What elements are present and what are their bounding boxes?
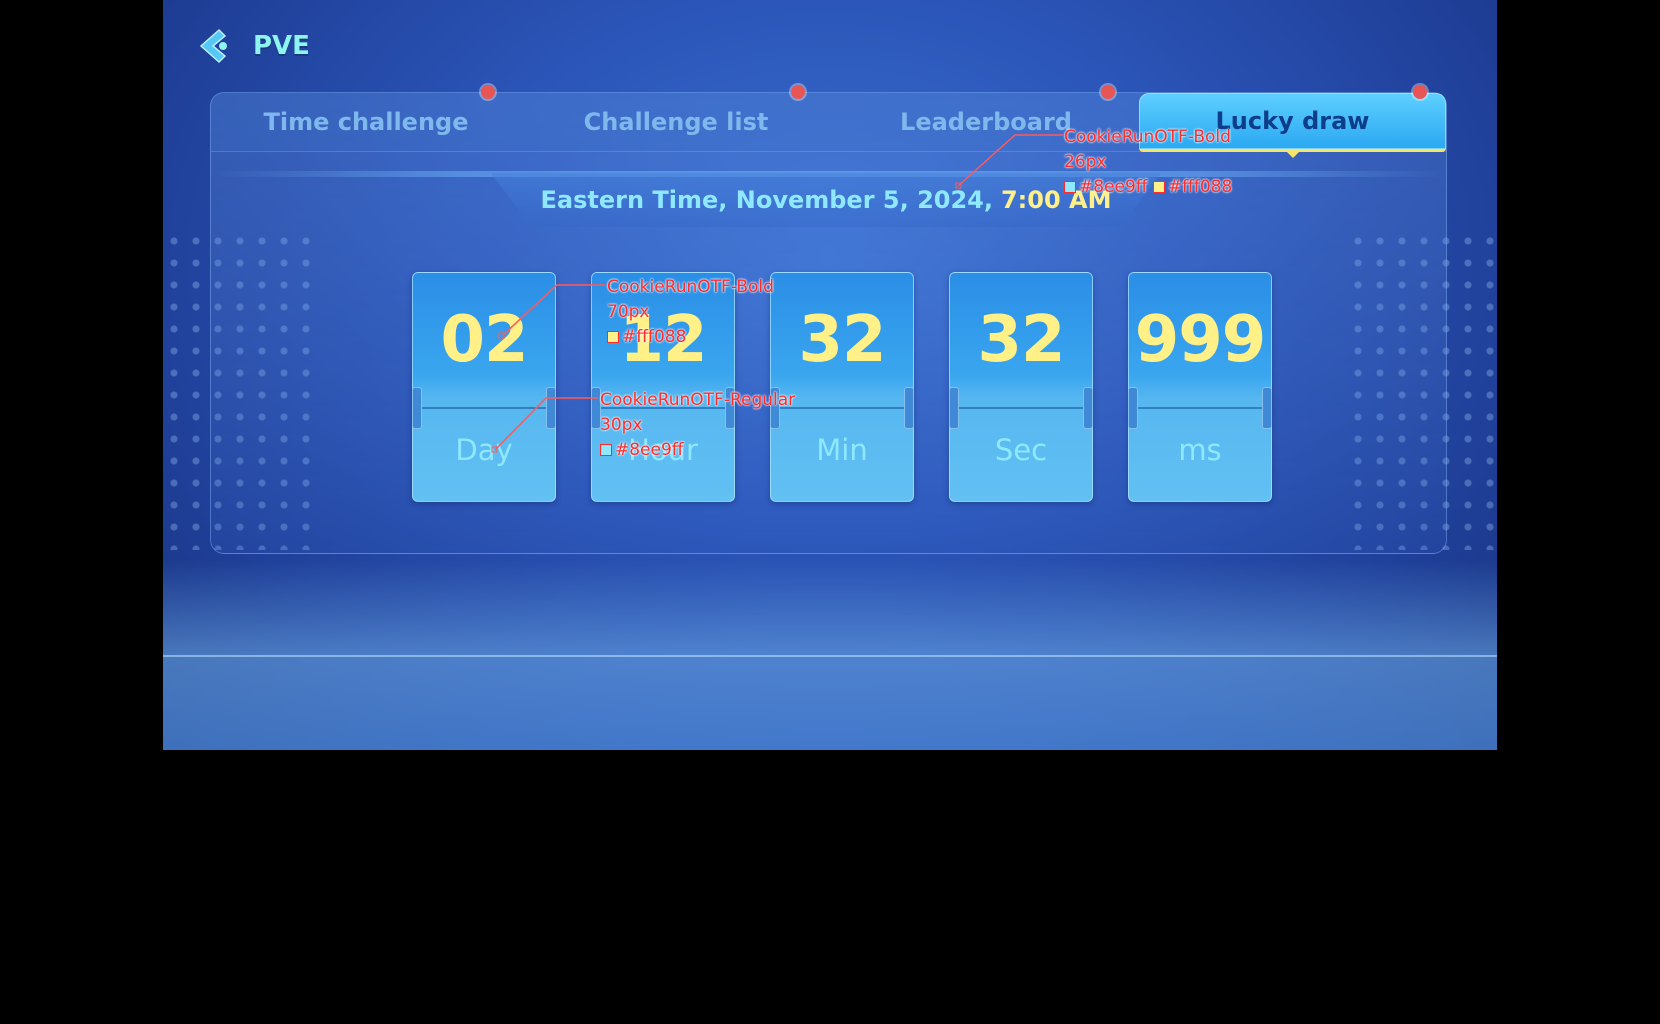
tab-label: Leaderboard — [900, 108, 1072, 136]
card-hinge-right — [546, 387, 556, 429]
tab-bar: Time challenge Challenge list Leaderboar… — [211, 85, 1446, 158]
countdown-unit: Sec — [994, 433, 1048, 467]
floor-glow-line — [163, 655, 1497, 657]
annotation-font: CookieRunOTF-Regular — [600, 390, 796, 410]
event-date-prefix: Eastern Time, November 5, 2024, — [540, 186, 993, 214]
tab-challenge-list[interactable]: Challenge list — [521, 85, 831, 151]
annotation-colors: #fff088 — [607, 325, 774, 350]
annotation-color: #8ee9ff — [615, 440, 684, 460]
page-title: PVE — [253, 31, 310, 61]
tab-time-challenge[interactable]: Time challenge — [211, 85, 521, 151]
countdown-card-day: 02 Day — [412, 272, 556, 502]
color-swatch — [607, 331, 619, 343]
card-divider — [956, 407, 1086, 409]
countdown-unit: Day — [455, 433, 513, 467]
countdown-unit: ms — [1178, 433, 1222, 467]
annotation-colors: #8ee9ff — [600, 438, 795, 463]
annotation-date-font: CookieRunOTF-Bold 26px #8ee9ff #fff088 — [1064, 125, 1232, 200]
color-swatch — [600, 444, 612, 456]
countdown-value: 02 — [440, 303, 528, 377]
card-hinge-left — [949, 387, 959, 429]
annotation-size: 26px — [1064, 152, 1107, 172]
active-tab-caret — [1285, 151, 1300, 158]
card-hinge-left — [1128, 387, 1138, 429]
header: PVE — [195, 26, 310, 66]
back-arrow-icon[interactable] — [195, 26, 235, 66]
tab-label: Time challenge — [263, 108, 469, 136]
notification-dot — [1101, 85, 1115, 99]
annotation-size: 70px — [607, 302, 650, 322]
game-screen: PVE Time challenge Challenge list Leader… — [163, 0, 1497, 750]
annotation-size: 30px — [600, 415, 643, 435]
annotation-color: #fff088 — [1167, 177, 1233, 197]
countdown-card-ms: 999 ms — [1128, 272, 1272, 502]
annotation-font: CookieRunOTF-Bold — [1064, 127, 1231, 147]
countdown-value: 999 — [1134, 303, 1267, 377]
notification-dot — [791, 85, 805, 99]
card-divider — [419, 407, 549, 409]
card-divider — [1135, 407, 1265, 409]
annotation-font: CookieRunOTF-Bold — [607, 277, 774, 297]
tab-label: Lucky draw — [1215, 107, 1370, 135]
annotation-color: #8ee9ff — [1079, 177, 1148, 197]
color-swatch — [1152, 181, 1165, 193]
notification-dot — [1413, 85, 1427, 99]
countdown-timer: 02 Day 12 Hour 32 Min 32 Sec 999 ms — [412, 272, 1272, 502]
card-hinge-left — [412, 387, 422, 429]
card-divider — [777, 407, 907, 409]
annotation-colors: #8ee9ff #fff088 — [1064, 175, 1232, 200]
notification-dot — [481, 85, 495, 99]
countdown-card-min: 32 Min — [770, 272, 914, 502]
annotation-value-font: CookieRunOTF-Bold 70px #fff088 — [607, 275, 774, 350]
card-hinge-right — [904, 387, 914, 429]
color-swatch — [1064, 181, 1076, 193]
annotation-unit-font: CookieRunOTF-Regular 30px #8ee9ff — [600, 388, 795, 463]
countdown-value: 32 — [798, 303, 886, 377]
countdown-card-sec: 32 Sec — [949, 272, 1093, 502]
tab-label: Challenge list — [583, 108, 769, 136]
event-date: Eastern Time, November 5, 2024, 7:00 AM — [491, 173, 1161, 227]
card-hinge-right — [1083, 387, 1093, 429]
card-hinge-right — [1262, 387, 1272, 429]
countdown-value: 32 — [977, 303, 1065, 377]
annotation-color: #fff088 — [622, 327, 687, 347]
